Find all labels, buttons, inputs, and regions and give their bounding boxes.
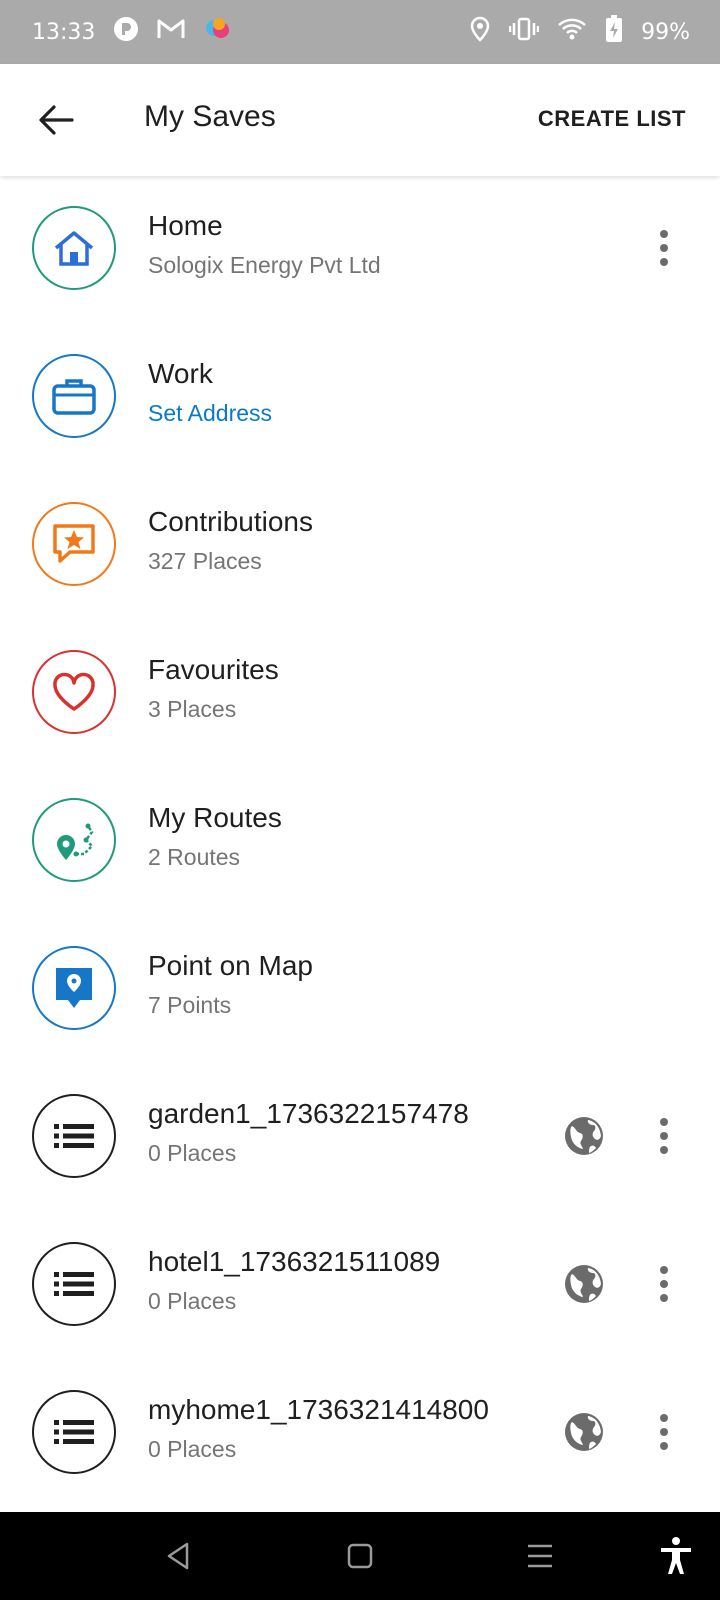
dot <box>660 258 668 266</box>
list-item-myhome1[interactable]: myhome1_1736321414800 0 Places <box>0 1360 720 1508</box>
vibrate-icon <box>508 17 540 47</box>
list-item-favourites[interactable]: Favourites 3 Places <box>0 620 720 768</box>
more-options-button[interactable] <box>646 1406 682 1458</box>
back-button[interactable] <box>30 94 82 146</box>
item-title: Home <box>148 210 223 241</box>
item-title: Work <box>148 358 213 389</box>
more-options-button[interactable] <box>646 1258 682 1310</box>
briefcase-icon <box>32 354 116 438</box>
set-address-link[interactable]: Set Address <box>148 400 272 427</box>
globe-icon[interactable] <box>564 1412 604 1452</box>
battery-charging-icon <box>605 15 623 49</box>
globe-icon[interactable] <box>564 1264 604 1304</box>
heart-icon <box>32 650 116 734</box>
assistant-icon <box>203 14 233 50</box>
dot <box>660 230 668 238</box>
item-title: My Routes <box>148 802 282 833</box>
wifi-icon <box>557 17 587 47</box>
app-bar: My Saves CREATE LIST <box>0 64 720 176</box>
dot <box>660 1118 668 1126</box>
app-icon <box>113 16 139 48</box>
back-arrow-icon <box>39 105 74 135</box>
dot <box>660 1414 668 1422</box>
create-list-button[interactable]: CREATE LIST <box>538 106 686 132</box>
system-nav-bar <box>0 1512 720 1600</box>
globe-icon[interactable] <box>564 1116 604 1156</box>
list-item-contributions[interactable]: Contributions 327 Places <box>0 472 720 620</box>
list-item-point-on-map[interactable]: Point on Map 7 Points <box>0 916 720 1064</box>
battery-level: 99% <box>641 19 690 45</box>
dot <box>660 244 668 252</box>
list-item-hotel1[interactable]: hotel1_1736321511089 0 Places <box>0 1212 720 1360</box>
item-subtitle: 0 Places <box>148 1436 237 1462</box>
item-subtitle: 7 Points <box>148 992 232 1018</box>
item-title: Favourites <box>148 654 279 685</box>
back-nav-icon[interactable] <box>156 1534 200 1578</box>
route-icon <box>32 798 116 882</box>
recents-nav-icon[interactable] <box>518 1534 562 1578</box>
item-subtitle: 327 Places <box>148 548 262 574</box>
list-icon <box>32 1094 116 1178</box>
item-subtitle: 2 Routes <box>148 844 241 870</box>
status-time: 13:33 <box>32 19 96 45</box>
more-options-button[interactable] <box>646 1110 682 1162</box>
list-item-work[interactable]: Work Set Address <box>0 324 720 472</box>
dot <box>660 1146 668 1154</box>
item-title: Point on Map <box>148 950 313 981</box>
accessibility-icon[interactable] <box>654 1534 698 1578</box>
gmail-icon <box>157 18 185 46</box>
dot <box>660 1294 668 1302</box>
item-title: myhome1_1736321414800 <box>148 1394 489 1425</box>
page-title: My Saves <box>144 100 276 133</box>
star-chat-icon <box>32 502 116 586</box>
item-title: garden1_1736322157478 <box>148 1098 469 1129</box>
item-title: Contributions <box>148 506 313 537</box>
more-options-button[interactable] <box>646 222 682 274</box>
list-item-home[interactable]: Home Sologix Energy Pvt Ltd <box>0 176 720 324</box>
list-icon <box>32 1390 116 1474</box>
item-subtitle: Sologix Energy Pvt Ltd <box>148 252 381 278</box>
list-icon <box>32 1242 116 1326</box>
list-item-my-routes[interactable]: My Routes 2 Routes <box>0 768 720 916</box>
dot <box>660 1132 668 1140</box>
item-title: hotel1_1736321511089 <box>148 1246 441 1277</box>
list-item-garden1[interactable]: garden1_1736322157478 0 Places <box>0 1064 720 1212</box>
item-subtitle: 0 Places <box>148 1288 237 1314</box>
location-icon <box>469 16 491 48</box>
dot <box>660 1428 668 1436</box>
map-pin-icon <box>32 946 116 1030</box>
saves-list: Home Sologix Energy Pvt Ltd Work Set Add… <box>0 176 720 1508</box>
dot <box>660 1280 668 1288</box>
item-subtitle: 0 Places <box>148 1140 237 1166</box>
status-bar: 13:33 99% <box>0 0 720 64</box>
item-subtitle: 3 Places <box>148 696 237 722</box>
dot <box>660 1266 668 1274</box>
home-nav-icon[interactable] <box>338 1534 382 1578</box>
dot <box>660 1442 668 1450</box>
home-icon <box>32 206 116 290</box>
